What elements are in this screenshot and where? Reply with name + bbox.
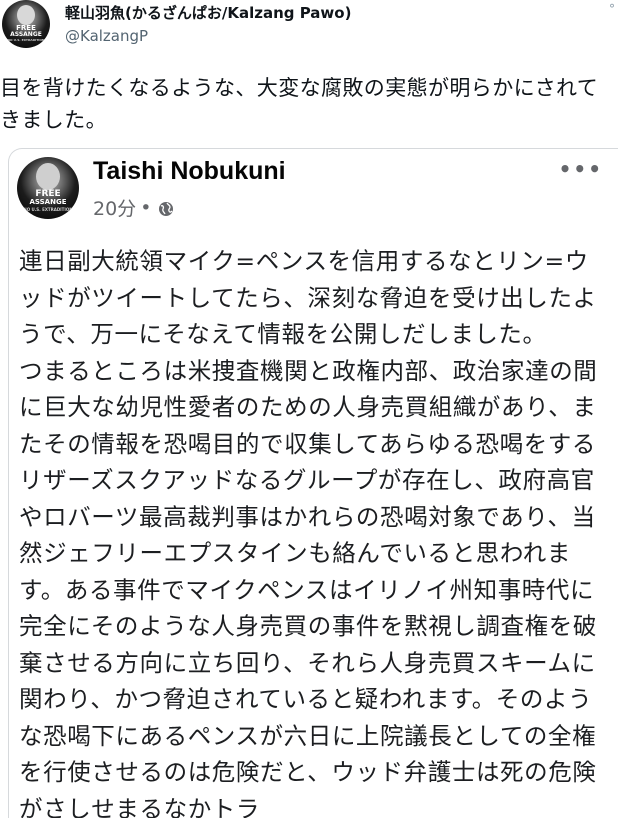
meta-separator: • (140, 197, 151, 219)
tweet-text: 目を背けたくなるような、大変な腐敗の実態が明らかにされてきました。 (0, 72, 614, 136)
display-name[interactable]: 軽山羽魚(かるざんぱお/Kalzang Pawo) (65, 2, 351, 23)
post-paragraph: つまるところは米捜査機関と政権内部、政治家達の間に巨大な幼児性愛者のための人身売… (19, 353, 609, 818)
avatar-text-assange: ASSANGE (17, 199, 79, 206)
globe-icon (158, 200, 174, 216)
more-horizontal-icon: ••• (559, 157, 603, 181)
avatar-face (17, 5, 35, 25)
post-time: 20分 (93, 194, 136, 221)
avatar[interactable]: FREE ASSANGE NO U.S. EXTRADITION (2, 0, 50, 48)
user-handle[interactable]: @KalzangP (65, 27, 148, 45)
tweet-header: FREE ASSANGE NO U.S. EXTRADITION 軽山羽魚(かる… (0, 0, 618, 62)
more-options-icon[interactable]: ° (609, 2, 616, 16)
post-author-name: Taishi Nobukuni (93, 157, 286, 186)
post-paragraph: 連日副大統領マイク=ペンスを信用するなとリン=ウッドがツイートしてたら、深刻な脅… (19, 243, 609, 353)
avatar-text-extradition: NO U.S. EXTRADITION (17, 208, 79, 212)
post-author-avatar: FREE ASSANGE NO U.S. EXTRADITION (17, 157, 79, 219)
tweet-image[interactable]: FREE ASSANGE NO U.S. EXTRADITION Taishi … (8, 148, 618, 818)
post-meta: 20分 • (93, 194, 174, 221)
post-body: 連日副大統領マイク=ペンスを信用するなとリン=ウッドがツイートしてたら、深刻な脅… (19, 243, 609, 818)
avatar-text-extradition: NO U.S. EXTRADITION (2, 39, 50, 42)
avatar-face (36, 163, 60, 190)
